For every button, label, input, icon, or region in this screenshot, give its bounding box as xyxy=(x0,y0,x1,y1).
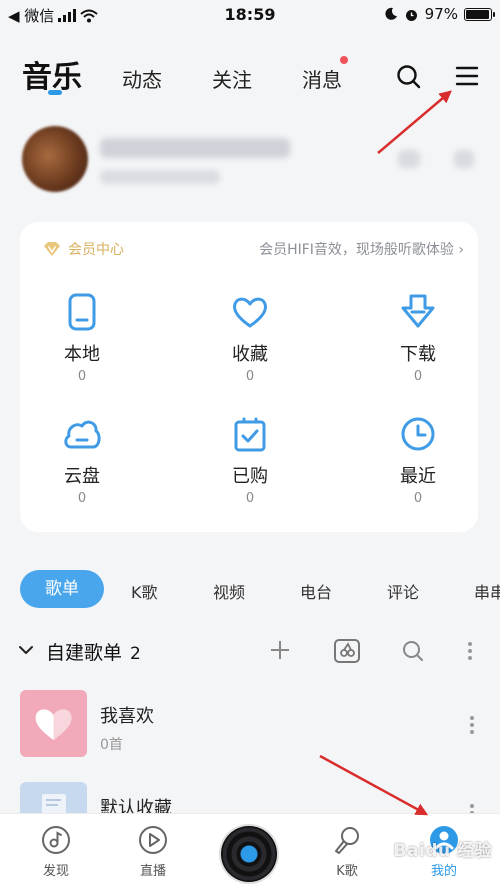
tab-comments[interactable]: 评论 xyxy=(387,579,419,603)
download-label: 下载 xyxy=(400,344,436,365)
favorites-count: 0 xyxy=(245,369,255,384)
download-icon xyxy=(401,294,435,328)
tab-messages[interactable]: 消息 xyxy=(302,64,342,93)
top-nav: 音乐 动态 关注 消息 xyxy=(0,40,500,100)
play-icon xyxy=(139,826,167,854)
menu-icon[interactable] xyxy=(455,65,479,87)
status-bar: ◀ 微信 18:59 97% xyxy=(0,0,500,30)
cloud-disk-entry[interactable]: 云盘 0 xyxy=(22,414,142,506)
phone-icon xyxy=(68,293,96,331)
username-blurred xyxy=(100,138,290,158)
purchased-entry[interactable]: 已购 0 xyxy=(190,414,310,506)
section-title-text: 自建歌单 xyxy=(46,642,123,664)
tab-playlists[interactable]: 歌单 xyxy=(20,570,104,608)
local-count: 0 xyxy=(77,369,87,384)
playlist-track-count: 0首 xyxy=(100,737,123,753)
local-label: 本地 xyxy=(64,344,100,365)
purchased-count: 0 xyxy=(245,491,255,506)
unread-dot xyxy=(340,56,348,64)
vinyl-icon[interactable] xyxy=(221,826,277,882)
tab-more[interactable]: 串串 xyxy=(474,579,500,603)
clock-icon xyxy=(401,417,435,451)
nav-k-song-label: K歌 xyxy=(336,864,358,879)
favorites-entry[interactable]: 收藏 0 xyxy=(190,292,310,384)
chevron-down-icon[interactable] xyxy=(18,644,34,656)
cloud-count: 0 xyxy=(77,491,87,506)
vip-diamond-icon xyxy=(44,242,60,256)
recent-count: 0 xyxy=(413,491,423,506)
search-playlist-icon[interactable] xyxy=(401,639,425,663)
playlist-name: 我喜欢 xyxy=(100,706,154,727)
chevron-right-icon: › xyxy=(458,242,464,258)
moon-icon xyxy=(385,7,397,20)
discover-icon xyxy=(42,826,70,854)
nav-live-label: 直播 xyxy=(139,864,166,879)
battery-percent: 97% xyxy=(424,5,458,23)
cloud-label: 云盘 xyxy=(64,466,100,487)
bag-icon xyxy=(234,417,266,452)
nav-live[interactable]: 直播 xyxy=(118,824,188,879)
tab-radio[interactable]: 电台 xyxy=(300,579,332,603)
nav-discover[interactable]: 发现 xyxy=(21,824,91,879)
nav-mine-label: 我的 xyxy=(430,864,457,879)
recent-label: 最近 xyxy=(400,466,436,487)
tab-follow[interactable]: 关注 xyxy=(212,64,252,93)
profile-action-blurred-2[interactable] xyxy=(454,150,474,168)
tab-feed[interactable]: 动态 xyxy=(122,64,162,93)
playlist-item[interactable]: 我喜欢 0首 xyxy=(20,690,480,757)
baidu-watermark: Baidu 经验 xyxy=(393,841,492,861)
member-card: 会员中心 会员HIFI音效，现场般听歌体验 › 本地 0 收藏 0 下载 0 云… xyxy=(20,222,478,532)
heart-cover-icon xyxy=(35,709,72,740)
profile-action-blurred[interactable] xyxy=(398,150,420,168)
nav-k-song[interactable]: K歌 xyxy=(312,824,382,879)
download-count: 0 xyxy=(413,369,423,384)
vip-promo[interactable]: 会员HIFI音效，现场般听歌体验 › xyxy=(259,239,464,259)
self-created-playlists-header: 自建歌单 2 xyxy=(18,636,488,666)
local-music-entry[interactable]: 本地 0 xyxy=(22,292,142,384)
heart-icon xyxy=(233,297,267,328)
more-options-icon[interactable] xyxy=(468,642,472,663)
favorites-label: 收藏 xyxy=(232,344,268,365)
recent-entry[interactable]: 最近 0 xyxy=(358,414,478,506)
more-options-icon[interactable] xyxy=(470,716,474,737)
download-entry[interactable]: 下载 0 xyxy=(358,292,478,384)
plus-icon[interactable] xyxy=(269,639,291,661)
avatar[interactable] xyxy=(22,126,88,192)
profile-meta-blurred xyxy=(100,170,220,184)
nav-discover-label: 发现 xyxy=(42,864,69,879)
section-count: 2 xyxy=(130,644,141,664)
purchased-label: 已购 xyxy=(232,466,268,487)
battery-icon xyxy=(464,7,495,21)
k-song-icon xyxy=(335,827,359,854)
section-title[interactable]: 自建歌单 2 xyxy=(46,638,141,665)
vip-promo-text: 会员HIFI音效，现场般听歌体验 xyxy=(259,242,454,258)
vip-center-link[interactable]: 会员中心 xyxy=(42,239,124,259)
search-icon[interactable] xyxy=(396,64,422,90)
document-cover-icon xyxy=(42,794,66,814)
tab-k-song[interactable]: K歌 xyxy=(131,579,158,603)
import-playlist-icon[interactable] xyxy=(332,637,362,667)
alarm-icon xyxy=(405,9,417,21)
active-tab-indicator xyxy=(48,90,62,95)
category-tabs: 歌单 K歌 视频 电台 评论 串串 xyxy=(0,570,500,608)
playlist-cover xyxy=(20,690,87,757)
tab-videos[interactable]: 视频 xyxy=(213,579,245,603)
annotation-arrow-menu xyxy=(377,90,452,154)
vip-title: 会员中心 xyxy=(68,242,124,258)
cloud-icon xyxy=(64,420,101,449)
